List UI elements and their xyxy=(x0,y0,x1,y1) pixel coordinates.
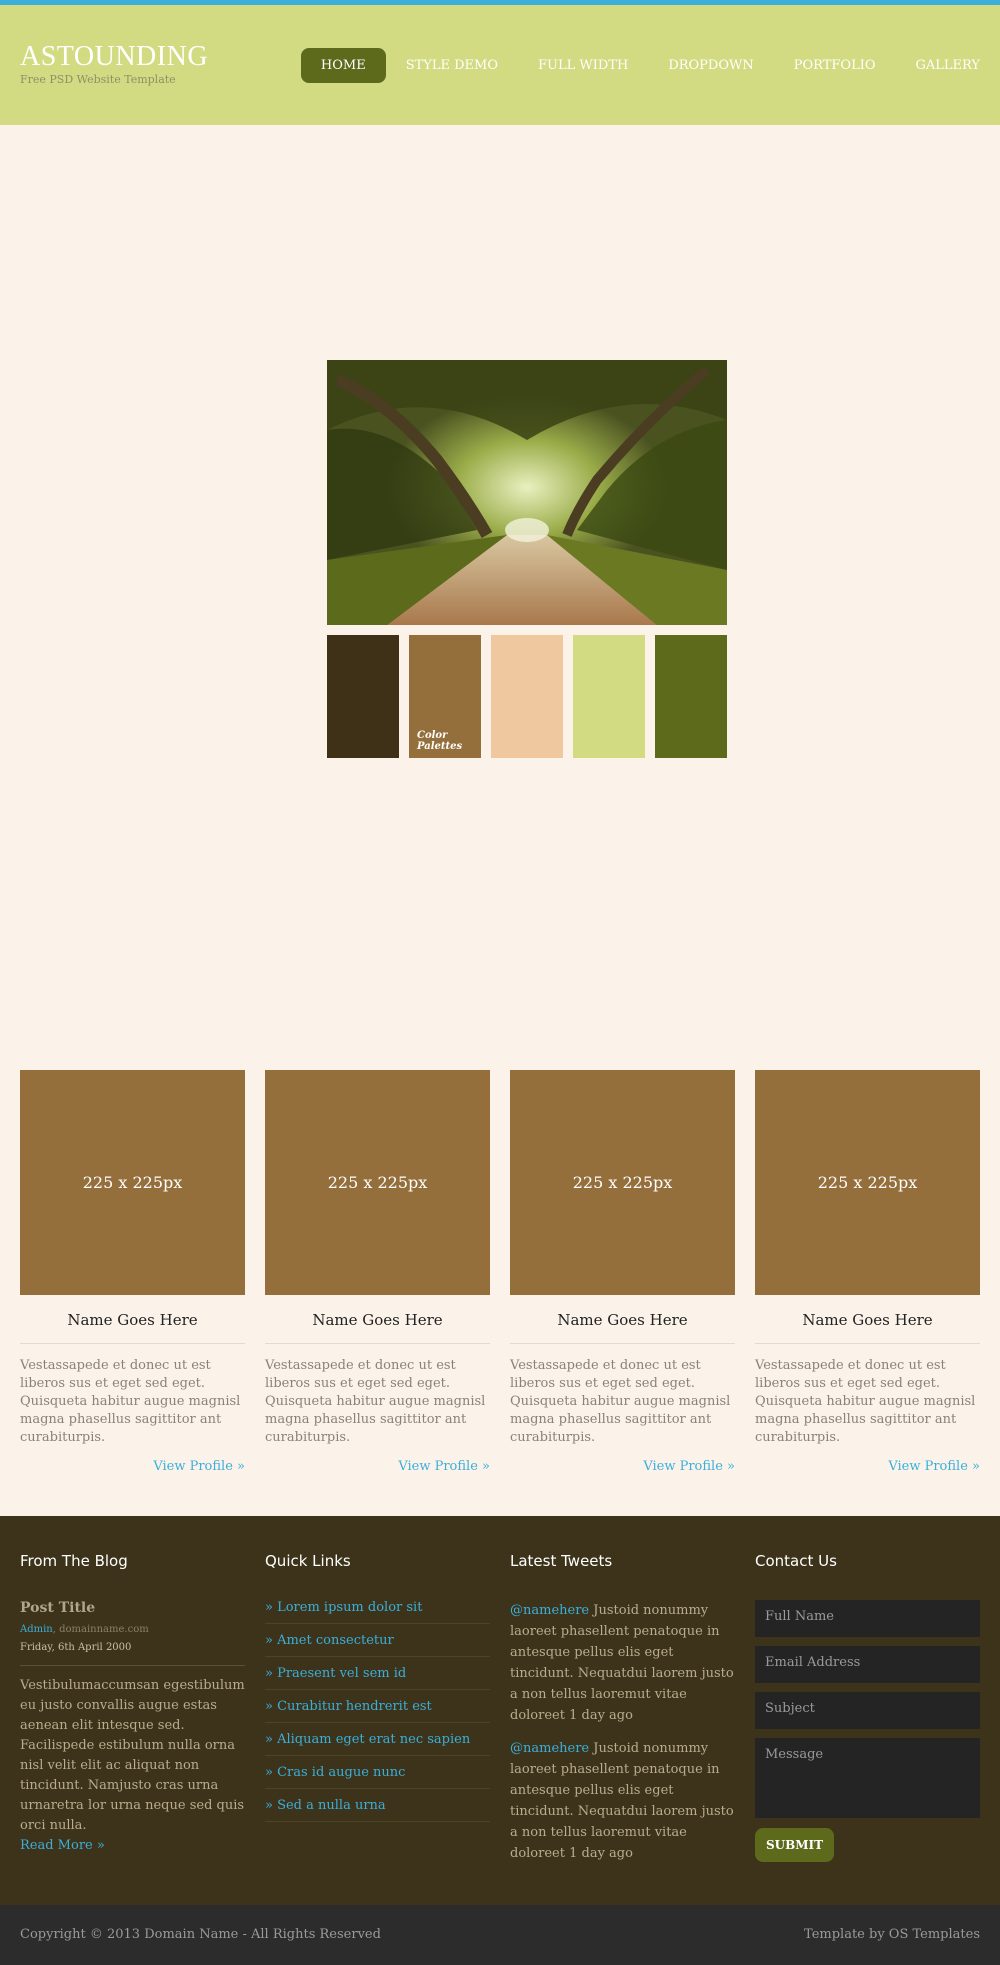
quick-link[interactable]: » Sed a nulla urna xyxy=(265,1789,490,1822)
quick-links-column: Quick Links » Lorem ipsum dolor sit » Am… xyxy=(265,1552,490,1822)
bottom-bar: Copyright © 2013 Domain Name - All Right… xyxy=(0,1905,1000,1965)
logo-title[interactable]: ASTOUNDING xyxy=(20,43,208,71)
post-excerpt: Vestibulumaccumsan egestibulum eu justo … xyxy=(20,1678,245,1833)
tweet-handle-link[interactable]: @namehere xyxy=(510,1603,589,1618)
quick-link[interactable]: » Praesent vel sem id xyxy=(265,1657,490,1690)
post-domain: , domainname.com xyxy=(52,1624,149,1635)
card-name: Name Goes Here xyxy=(20,1311,245,1344)
palette-swatch xyxy=(655,635,727,758)
team-card: 225 x 225px Name Goes Here Vestassapede … xyxy=(755,1070,980,1474)
palette-label: Color Palettes xyxy=(417,730,463,752)
post-meta: Admin, domainname.com xyxy=(20,1624,245,1635)
profile-image-placeholder: 225 x 225px xyxy=(510,1070,735,1295)
quick-link[interactable]: » Curabitur hendrerit est xyxy=(265,1690,490,1723)
profile-image-placeholder: 225 x 225px xyxy=(755,1070,980,1295)
view-profile-link[interactable]: View Profile » xyxy=(510,1459,735,1474)
tweet-text: Justoid nonummy laoreet phasellent penat… xyxy=(510,1741,734,1861)
blog-column: From The Blog Post Title Admin, domainna… xyxy=(20,1552,245,1853)
view-profile-link[interactable]: View Profile » xyxy=(20,1459,245,1474)
full-name-field[interactable]: Full Name xyxy=(755,1600,980,1637)
nav-style-demo[interactable]: STYLE DEMO xyxy=(386,48,518,83)
nav-dropdown[interactable]: DROPDOWN xyxy=(648,48,773,83)
contact-heading: Contact Us xyxy=(755,1552,837,1570)
quick-link[interactable]: » Cras id augue nunc xyxy=(265,1756,490,1789)
post-author-link[interactable]: Admin xyxy=(20,1624,53,1635)
quick-links-heading: Quick Links xyxy=(265,1552,351,1570)
nav-portfolio[interactable]: PORTFOLIO xyxy=(774,48,896,83)
subject-field[interactable]: Subject xyxy=(755,1692,980,1729)
template-credit-link[interactable]: Template by OS Templates xyxy=(804,1927,980,1942)
tweet-handle-link[interactable]: @namehere xyxy=(510,1741,589,1756)
logo-subtitle: Free PSD Website Template xyxy=(20,73,176,86)
card-text: Vestassapede et donec ut est liberos sus… xyxy=(510,1358,731,1445)
submit-button[interactable]: SUBMIT xyxy=(755,1828,835,1862)
tweet-text: Justoid nonummy laoreet phasellent penat… xyxy=(510,1603,734,1723)
quick-link[interactable]: » Aliquam eget erat nec sapien xyxy=(265,1723,490,1756)
forest-road-photo xyxy=(327,360,727,625)
view-profile-link[interactable]: View Profile » xyxy=(755,1459,980,1474)
post-title[interactable]: Post Title xyxy=(20,1600,245,1616)
nav-gallery[interactable]: GALLERY xyxy=(896,48,1000,83)
palette-swatch: Color Palettes xyxy=(409,635,481,758)
site-footer: From The Blog Post Title Admin, domainna… xyxy=(0,1516,1000,1905)
card-text: Vestassapede et donec ut est liberos sus… xyxy=(265,1358,486,1445)
logo[interactable]: ASTOUNDING Free PSD Website Template xyxy=(20,43,208,87)
card-text: Vestassapede et donec ut est liberos sus… xyxy=(755,1358,976,1445)
palette-swatch xyxy=(491,635,563,758)
post-date: Friday, 6th April 2000 xyxy=(20,1642,245,1666)
tweets-heading: Latest Tweets xyxy=(510,1552,613,1570)
blog-heading: From The Blog xyxy=(20,1552,128,1570)
copyright-text: Copyright © 2013 Domain Name - All Right… xyxy=(20,1927,381,1942)
profile-image-placeholder: 225 x 225px xyxy=(265,1070,490,1295)
tweet: @namehere Justoid nonummy laoreet phasel… xyxy=(510,1738,735,1864)
quick-link[interactable]: » Lorem ipsum dolor sit xyxy=(265,1600,490,1624)
palette-swatch xyxy=(573,635,645,758)
hero-section: Color Palettes xyxy=(0,125,1000,1070)
card-name: Name Goes Here xyxy=(755,1311,980,1344)
nav-full-width[interactable]: FULL WIDTH xyxy=(518,48,648,83)
contact-column: Contact Us Full Name Email Address Subje… xyxy=(755,1552,980,1862)
email-field[interactable]: Email Address xyxy=(755,1646,980,1683)
team-card: 225 x 225px Name Goes Here Vestassapede … xyxy=(510,1070,735,1474)
view-profile-link[interactable]: View Profile » xyxy=(265,1459,490,1474)
tweet: @namehere Justoid nonummy laoreet phasel… xyxy=(510,1600,735,1726)
palette-swatch xyxy=(327,635,399,758)
message-field[interactable]: Message xyxy=(755,1738,980,1818)
quick-link[interactable]: » Amet consectetur xyxy=(265,1624,490,1657)
team-card: 225 x 225px Name Goes Here Vestassapede … xyxy=(265,1070,490,1474)
main-nav: HOME STYLE DEMO FULL WIDTH DROPDOWN PORT… xyxy=(300,48,1000,83)
card-name: Name Goes Here xyxy=(510,1311,735,1344)
card-text: Vestassapede et donec ut est liberos sus… xyxy=(20,1358,241,1445)
read-more-link[interactable]: Read More » xyxy=(20,1838,245,1853)
tweets-column: Latest Tweets @namehere Justoid nonummy … xyxy=(510,1552,735,1876)
quick-links-list: » Lorem ipsum dolor sit » Amet consectet… xyxy=(265,1600,490,1822)
nav-home[interactable]: HOME xyxy=(300,48,386,83)
profile-image-placeholder: 225 x 225px xyxy=(20,1070,245,1295)
team-card: 225 x 225px Name Goes Here Vestassapede … xyxy=(20,1070,245,1474)
team-section: 225 x 225px Name Goes Here Vestassapede … xyxy=(0,1070,1000,1474)
site-header: ASTOUNDING Free PSD Website Template HOM… xyxy=(0,5,1000,125)
card-name: Name Goes Here xyxy=(265,1311,490,1344)
